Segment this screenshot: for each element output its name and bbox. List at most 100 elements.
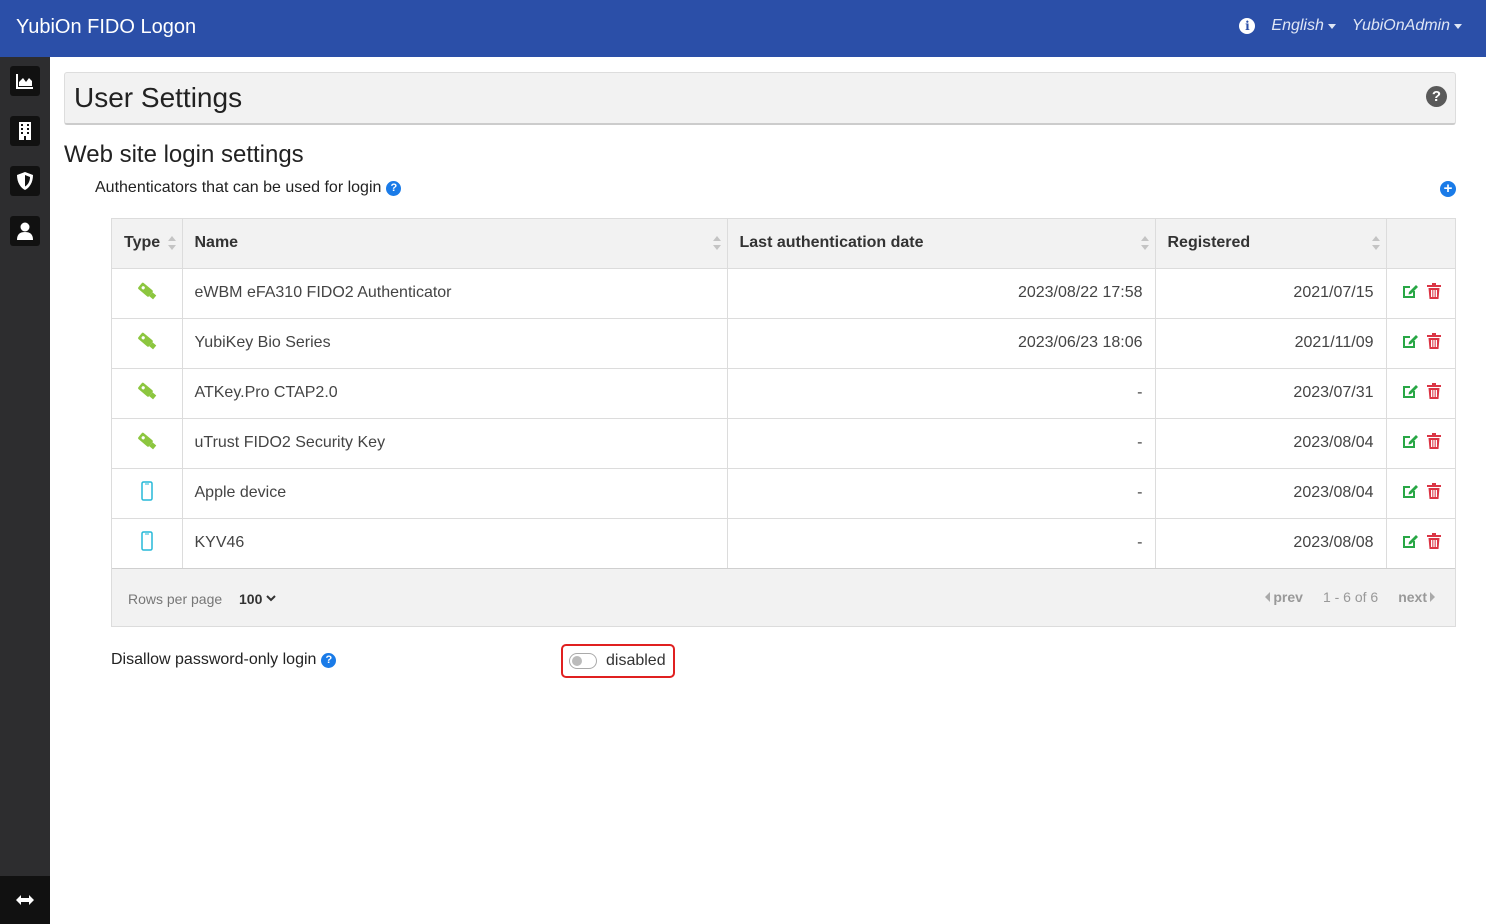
- sidebar-security-button[interactable]: [10, 166, 40, 196]
- sort-icon: [712, 236, 721, 250]
- edit-icon[interactable]: [1401, 383, 1419, 399]
- security-key-icon: [137, 382, 157, 399]
- disallow-password-toggle[interactable]: disabled: [561, 644, 675, 678]
- type-cell: [112, 418, 183, 469]
- language-label: English: [1271, 17, 1324, 34]
- sidebar-dashboard-button[interactable]: [10, 66, 40, 96]
- prev-label: prev: [1273, 588, 1303, 605]
- column-header-registered[interactable]: Registered: [1155, 219, 1387, 269]
- table-header-row: Type Name Last authentication date Regis…: [112, 219, 1455, 269]
- name-cell: uTrust FIDO2 Security Key: [182, 418, 728, 469]
- page-title: User Settings: [74, 82, 243, 113]
- sidebar-toggle-button[interactable]: [0, 876, 50, 924]
- last-auth-cell: 2023/06/23 18:06: [727, 318, 1156, 369]
- column-header-name[interactable]: Name: [182, 219, 728, 269]
- trash-icon[interactable]: [1426, 282, 1441, 299]
- authenticators-table: Type Name Last authentication date Regis…: [111, 218, 1456, 627]
- column-header-label: Registered: [1167, 234, 1251, 252]
- caret-right-icon: [1430, 591, 1435, 602]
- type-cell: [112, 368, 183, 419]
- section-title: Web site login settings: [64, 141, 304, 168]
- edit-button[interactable]: [1401, 533, 1419, 554]
- add-authenticator-button[interactable]: +: [1440, 180, 1456, 197]
- table-row: Apple device - 2023/08/04: [112, 468, 1455, 519]
- sidebar-user-button[interactable]: [10, 216, 40, 246]
- actions-cell: [1386, 318, 1455, 369]
- app-title[interactable]: YubiOn FIDO Logon: [16, 16, 196, 39]
- name-cell: YubiKey Bio Series: [182, 318, 728, 369]
- table-row: eWBM eFA310 FIDO2 Authenticator 2023/08/…: [112, 268, 1455, 319]
- edit-button[interactable]: [1401, 433, 1419, 454]
- chart-area-icon: [16, 74, 33, 89]
- chevron-down-icon: [266, 595, 277, 602]
- column-header-last-auth[interactable]: Last authentication date: [727, 219, 1156, 269]
- delete-button[interactable]: [1426, 532, 1441, 554]
- page-range: 1 - 6 of 6: [1322, 588, 1379, 605]
- edit-button[interactable]: [1401, 283, 1419, 304]
- last-auth-cell: -: [727, 468, 1156, 519]
- delete-button[interactable]: [1426, 432, 1441, 454]
- security-key-icon: [137, 332, 157, 349]
- shield-icon: [17, 172, 33, 190]
- edit-icon[interactable]: [1401, 433, 1419, 449]
- user-label: YubiOnAdmin: [1351, 17, 1450, 34]
- name-cell: eWBM eFA310 FIDO2 Authenticator: [182, 268, 728, 319]
- actions-cell: [1386, 268, 1455, 319]
- edit-icon[interactable]: [1401, 333, 1419, 349]
- row-actions: [1399, 332, 1444, 354]
- edit-icon[interactable]: [1401, 483, 1419, 499]
- mobile-device-icon: [141, 480, 153, 501]
- registered-cell: 2023/08/08: [1155, 518, 1387, 569]
- caret-down-icon: [1454, 23, 1462, 29]
- trash-icon[interactable]: [1426, 532, 1441, 549]
- type-cell: [112, 268, 183, 319]
- sidebar: [0, 57, 50, 924]
- name-cell: Apple device: [182, 468, 728, 519]
- edit-button[interactable]: [1401, 483, 1419, 504]
- row-actions: [1399, 382, 1444, 404]
- edit-icon[interactable]: [1401, 533, 1419, 549]
- language-dropdown[interactable]: English: [1271, 17, 1336, 35]
- registered-cell: 2021/11/09: [1155, 318, 1387, 369]
- trash-icon[interactable]: [1426, 382, 1441, 399]
- table-row: uTrust FIDO2 Security Key - 2023/08/04: [112, 418, 1455, 469]
- delete-button[interactable]: [1426, 282, 1441, 304]
- prev-page-button[interactable]: prev: [1265, 589, 1303, 605]
- trash-icon[interactable]: [1426, 482, 1441, 499]
- sidebar-organization-button[interactable]: [10, 116, 40, 146]
- delete-button[interactable]: [1426, 382, 1441, 404]
- actions-cell: [1386, 418, 1455, 469]
- security-key-icon: [137, 432, 157, 449]
- column-header-actions: [1386, 219, 1455, 269]
- trash-icon[interactable]: [1426, 432, 1441, 449]
- row-actions: [1399, 532, 1444, 554]
- toggle-switch[interactable]: [569, 653, 597, 669]
- column-header-label: Type: [124, 234, 161, 252]
- delete-button[interactable]: [1426, 332, 1441, 354]
- actions-cell: [1386, 368, 1455, 419]
- delete-button[interactable]: [1426, 482, 1441, 504]
- user-dropdown[interactable]: YubiOnAdmin: [1352, 17, 1462, 35]
- column-header-type[interactable]: Type: [112, 219, 183, 269]
- name-cell: KYV46: [182, 518, 728, 569]
- next-page-button[interactable]: next: [1398, 589, 1435, 605]
- registered-cell: 2021/07/15: [1155, 268, 1387, 319]
- sort-icon: [1140, 236, 1149, 250]
- rows-per-page-select[interactable]: 100: [239, 591, 277, 607]
- building-icon: [19, 122, 31, 140]
- trash-icon[interactable]: [1426, 332, 1441, 349]
- sort-icon: [167, 236, 176, 250]
- help-icon[interactable]: ?: [1426, 86, 1447, 107]
- arrows-horizontal-icon: [16, 895, 34, 905]
- edit-icon[interactable]: [1401, 283, 1419, 299]
- authenticators-label: Authenticators that can be used for logi…: [95, 179, 402, 197]
- help-icon[interactable]: ?: [321, 652, 337, 668]
- disallow-password-label-text: Disallow password-only login: [111, 651, 317, 668]
- registered-cell: 2023/08/04: [1155, 418, 1387, 469]
- edit-button[interactable]: [1401, 333, 1419, 354]
- pagination: prev 1 - 6 of 6 next: [1265, 589, 1435, 605]
- info-icon[interactable]: i: [1239, 18, 1256, 34]
- toggle-knob: [572, 656, 582, 666]
- help-icon[interactable]: ?: [386, 180, 402, 196]
- edit-button[interactable]: [1401, 383, 1419, 404]
